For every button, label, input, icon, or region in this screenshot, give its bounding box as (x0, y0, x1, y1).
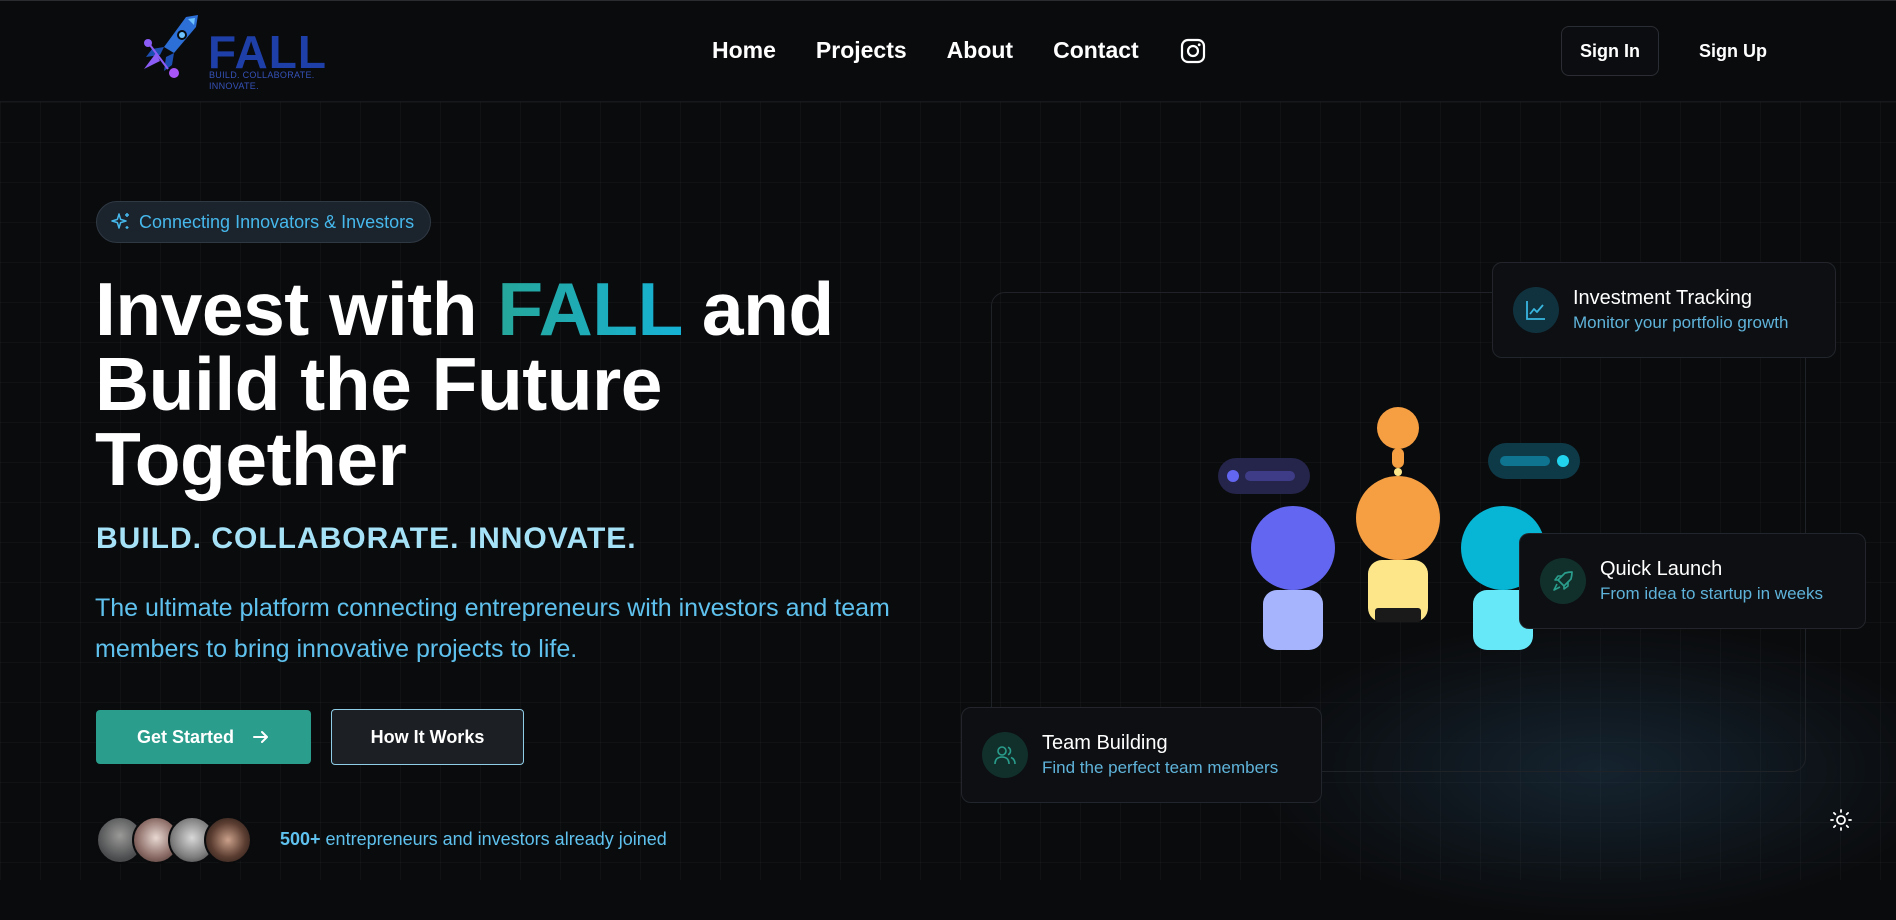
badge-label: Connecting Innovators & Investors (139, 211, 415, 232)
nav-home[interactable]: Home (712, 37, 776, 64)
sun-icon[interactable] (1829, 808, 1853, 832)
joined-text: 500+ entrepreneurs and investors already… (280, 829, 667, 850)
site-header: FALL BUILD. COLLABORATE. INNOVATE. Home … (0, 0, 1896, 102)
headline-suffix: and (681, 267, 834, 351)
feature-card-quick-launch[interactable]: Quick Launch From idea to startup in wee… (1519, 533, 1866, 629)
headline-accent: FALL (497, 267, 682, 351)
feature-icon-wrap (1540, 558, 1586, 604)
users-icon (994, 746, 1016, 765)
nav-contact[interactable]: Contact (1053, 37, 1139, 64)
sign-in-button[interactable]: Sign In (1561, 26, 1659, 76)
how-it-works-button[interactable]: How It Works (331, 709, 524, 765)
feature-subtitle: Find the perfect team members (1042, 758, 1279, 777)
instagram-icon[interactable] (1180, 38, 1206, 64)
joined-count: 500+ (280, 829, 321, 849)
feature-card-investment-tracking[interactable]: Investment Tracking Monitor your portfol… (1492, 262, 1836, 358)
hero-tagline: BUILD. COLLABORATE. INNOVATE. (96, 522, 637, 555)
nav-about[interactable]: About (947, 37, 1013, 64)
feature-card-team-building[interactable]: Team Building Find the perfect team memb… (961, 707, 1322, 803)
feature-title: Investment Tracking (1573, 287, 1752, 309)
feature-subtitle: Monitor your portfolio growth (1573, 313, 1789, 332)
hero-badge: Connecting Innovators & Investors (96, 201, 432, 243)
avatar (204, 816, 252, 864)
rocket-logo-icon (144, 15, 198, 78)
headline-line-2: Build the Future (95, 342, 662, 426)
sign-up-button[interactable]: Sign Up (1680, 26, 1786, 76)
feature-title: Team Building (1042, 732, 1168, 754)
sparkles-icon (111, 213, 129, 229)
feature-title: Quick Launch (1600, 558, 1723, 580)
main-nav: Home Projects About Contact (712, 37, 1206, 64)
feature-icon-wrap (1513, 287, 1559, 333)
member-avatars (96, 816, 256, 864)
arrow-right-icon (253, 731, 269, 743)
joined-label: entrepreneurs and investors already join… (320, 829, 667, 849)
hero-description: The ultimate platform connecting entrepr… (95, 594, 890, 663)
brand-logo[interactable]: FALL BUILD. COLLABORATE. INNOVATE. (138, 13, 328, 93)
rocket-icon (1553, 571, 1573, 591)
headline-prefix: Invest with (95, 267, 498, 351)
feature-icon-wrap (982, 732, 1028, 778)
brand-tagline: BUILD. COLLABORATE. INNOVATE. (209, 70, 315, 91)
get-started-button[interactable]: Get Started (96, 710, 311, 764)
nav-projects[interactable]: Projects (816, 37, 907, 64)
get-started-label: Get Started (136, 726, 235, 747)
chart-line-icon (1526, 301, 1545, 320)
feature-subtitle: From idea to startup in weeks (1600, 584, 1823, 603)
hero-headline: Invest with FALL and Build the Future To… (95, 272, 895, 497)
headline-line-3: Together (95, 417, 407, 501)
